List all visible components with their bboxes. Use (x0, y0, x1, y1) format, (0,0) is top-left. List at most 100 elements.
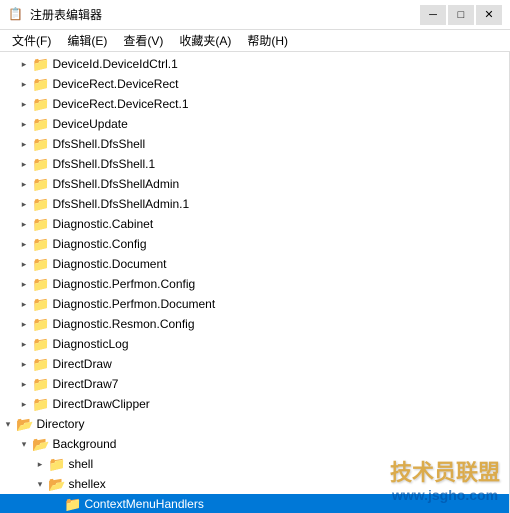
tree-item[interactable]: ▸📁DeviceId.DeviceIdCtrl.1 (0, 54, 509, 74)
folder-icon: 📁 (32, 336, 49, 353)
tree-item[interactable]: ▸📁Diagnostic.Config (0, 234, 509, 254)
tree-item[interactable]: ▸📁Diagnostic.Cabinet (0, 214, 509, 234)
expand-icon[interactable]: ▸ (16, 334, 32, 354)
folder-icon: 📁 (32, 76, 49, 93)
expand-icon[interactable]: ▸ (16, 54, 32, 74)
expand-icon[interactable]: ▸ (16, 394, 32, 414)
tree-item[interactable]: ▸📁Diagnostic.Resmon.Config (0, 314, 509, 334)
window-controls: ─ □ ✕ (420, 5, 502, 25)
tree-item-label: Diagnostic.Perfmon.Config (52, 277, 195, 291)
tree-item[interactable]: ▾📂Background (0, 434, 509, 454)
folder-icon: 📁 (32, 296, 49, 313)
menu-favorites[interactable]: 收藏夹(A) (171, 30, 239, 51)
tree-item[interactable]: ▸📁Diagnostic.Perfmon.Config (0, 274, 509, 294)
expand-icon[interactable]: ▸ (16, 374, 32, 394)
expand-icon[interactable]: ▸ (16, 114, 32, 134)
tree-item-label: DeviceRect.DeviceRect (52, 77, 178, 91)
tree-item[interactable]: ▸📁Diagnostic.Perfmon.Document (0, 294, 509, 314)
folder-icon: 📁 (32, 316, 49, 333)
tree-item[interactable]: ▸📁DfsShell.DfsShellAdmin.1 (0, 194, 509, 214)
menu-file[interactable]: 文件(F) (4, 30, 59, 51)
tree-item-label: DirectDrawClipper (52, 397, 149, 411)
folder-icon: 📁 (32, 96, 49, 113)
expand-icon[interactable]: ▾ (0, 414, 16, 434)
tree-item[interactable]: 📁ContextMenuHandlers (0, 494, 509, 513)
tree-item[interactable]: ▸📁DeviceRect.DeviceRect.1 (0, 94, 509, 114)
folder-icon: 📁 (32, 156, 49, 173)
folder-icon: 📁 (32, 116, 49, 133)
tree-item[interactable]: ▸📁DeviceRect.DeviceRect (0, 74, 509, 94)
expand-icon[interactable]: ▸ (16, 234, 32, 254)
close-button[interactable]: ✕ (476, 5, 502, 25)
tree-item-label: DfsShell.DfsShell (52, 137, 145, 151)
folder-icon: 📁 (32, 356, 49, 373)
tree-item-label: DirectDraw (52, 357, 111, 371)
tree-item-label: DfsShell.DfsShellAdmin.1 (52, 197, 189, 211)
folder-icon: 📁 (32, 216, 49, 233)
title-bar: 📋 注册表编辑器 ─ □ ✕ (0, 0, 510, 30)
tree-item[interactable]: ▾📂shellex (0, 474, 509, 494)
registry-tree[interactable]: ▸📁DeviceId.DeviceIdCtrl.1▸📁DeviceRect.De… (0, 52, 509, 513)
tree-item[interactable]: ▸📁DirectDraw (0, 354, 509, 374)
expand-icon[interactable]: ▸ (16, 74, 32, 94)
expand-icon[interactable]: ▾ (16, 434, 32, 454)
tree-item-label: Background (52, 437, 116, 451)
menu-help[interactable]: 帮助(H) (239, 30, 296, 51)
expand-icon[interactable]: ▸ (16, 94, 32, 114)
expand-icon[interactable]: ▸ (16, 274, 32, 294)
tree-item-label: DeviceRect.DeviceRect.1 (52, 97, 188, 111)
menu-edit[interactable]: 编辑(E) (59, 30, 115, 51)
tree-item[interactable]: ▸📁DiagnosticLog (0, 334, 509, 354)
expand-icon[interactable]: ▸ (16, 354, 32, 374)
tree-item[interactable]: ▾📂Directory (0, 414, 509, 434)
folder-icon: 📁 (32, 396, 49, 413)
folder-icon: 📁 (32, 196, 49, 213)
expand-icon[interactable]: ▸ (16, 174, 32, 194)
tree-item-label: shell (68, 457, 93, 471)
tree-item-label: DfsShell.DfsShell.1 (52, 157, 155, 171)
tree-item[interactable]: ▸📁Diagnostic.Document (0, 254, 509, 274)
tree-item-label: DeviceId.DeviceIdCtrl.1 (52, 57, 177, 71)
maximize-button[interactable]: □ (448, 5, 474, 25)
menu-view[interactable]: 查看(V) (115, 30, 171, 51)
tree-item-label: Diagnostic.Resmon.Config (52, 317, 194, 331)
expand-icon[interactable]: ▸ (16, 314, 32, 334)
tree-item[interactable]: ▸📁DfsShell.DfsShellAdmin (0, 174, 509, 194)
app-icon: 📋 (8, 7, 24, 23)
tree-item-label: DirectDraw7 (52, 377, 118, 391)
tree-item-label: ContextMenuHandlers (84, 497, 203, 511)
tree-item-label: Diagnostic.Config (52, 237, 146, 251)
expand-icon[interactable]: ▸ (16, 134, 32, 154)
expand-icon[interactable]: ▸ (16, 154, 32, 174)
expand-icon[interactable]: ▾ (32, 474, 48, 494)
folder-icon: 📂 (16, 416, 33, 433)
minimize-button[interactable]: ─ (420, 5, 446, 25)
folder-icon: 📂 (32, 436, 49, 453)
tree-item-label: DiagnosticLog (52, 337, 128, 351)
folder-icon: 📂 (48, 476, 65, 493)
tree-item-label: Directory (36, 417, 84, 431)
tree-item[interactable]: ▸📁DirectDrawClipper (0, 394, 509, 414)
tree-item-label: Diagnostic.Perfmon.Document (52, 297, 215, 311)
expand-icon[interactable]: ▸ (16, 194, 32, 214)
folder-icon: 📁 (32, 56, 49, 73)
folder-icon: 📁 (32, 236, 49, 253)
tree-item-label: DfsShell.DfsShellAdmin (52, 177, 179, 191)
folder-icon: 📁 (32, 256, 49, 273)
tree-item[interactable]: ▸📁shell (0, 454, 509, 474)
expand-icon[interactable]: ▸ (32, 454, 48, 474)
tree-item[interactable]: ▸📁DfsShell.DfsShell.1 (0, 154, 509, 174)
tree-item[interactable]: ▸📁DeviceUpdate (0, 114, 509, 134)
folder-icon: 📁 (32, 136, 49, 153)
folder-icon: 📁 (32, 176, 49, 193)
expand-icon[interactable]: ▸ (16, 214, 32, 234)
folder-icon: 📁 (48, 456, 65, 473)
tree-item[interactable]: ▸📁DirectDraw7 (0, 374, 509, 394)
tree-item[interactable]: ▸📁DfsShell.DfsShell (0, 134, 509, 154)
app-title: 注册表编辑器 (30, 6, 102, 23)
expand-icon[interactable]: ▸ (16, 254, 32, 274)
main-area: ▸📁DeviceId.DeviceIdCtrl.1▸📁DeviceRect.De… (0, 52, 510, 513)
folder-icon: 📁 (32, 276, 49, 293)
expand-icon[interactable]: ▸ (16, 294, 32, 314)
tree-item-label: shellex (68, 477, 105, 491)
